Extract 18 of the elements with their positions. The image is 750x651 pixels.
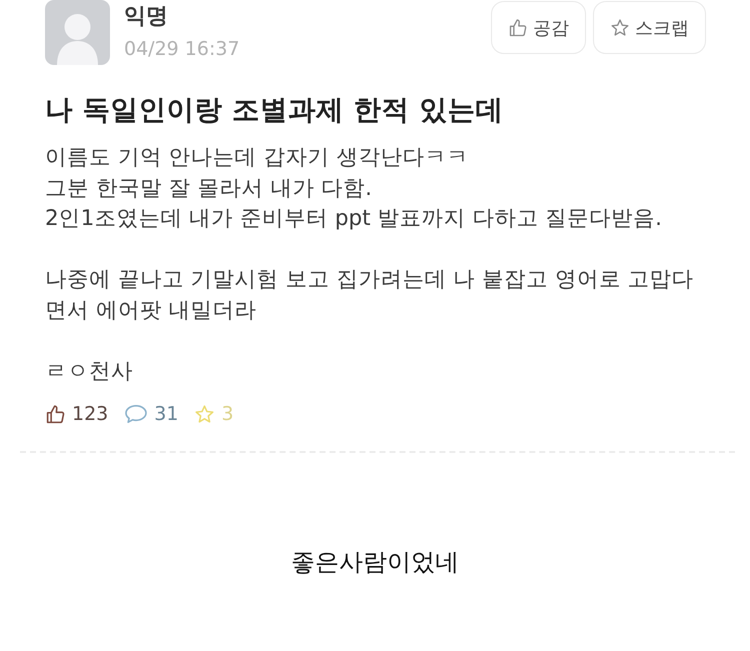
post-text: 나중에 끝나고 기말시험 보고 집가려는데 나 붙잡고 영어로 고맙다 면서 에어팟 내밀더라 (45, 266, 695, 324)
scrap-button[interactable]: 스크랩 (593, 1, 706, 54)
post-text: 이름도 기억 안나는데 갑자기 생각난다ㅋㅋ 그분 한국말 잘 몰라서 내가 다함. 2인1조였는데 내가 준비부터 ppt 발표까지 다하고 질문다받음. (45, 144, 663, 233)
post-text: ㄹㅇ천사 (45, 358, 134, 386)
star-icon (194, 404, 216, 424)
speech-bubble-icon (124, 404, 148, 424)
avatar-icon (45, 0, 110, 65)
star-icon (610, 18, 630, 38)
post-date: 04/29 16:37 (124, 37, 240, 62)
post-title: 나 독일인이랑 조별과제 한적 있는데 (45, 94, 504, 126)
author-name: 익명 (124, 3, 169, 31)
scrap-count: 3 (221, 402, 234, 426)
caption-text: 좋은사람이었네 (290, 547, 460, 577)
comment-count: 31 (154, 402, 178, 426)
thumbs-up-icon (508, 18, 528, 38)
like-button[interactable]: 공감 (491, 1, 586, 54)
like-count: 123 (72, 402, 108, 426)
thumbs-up-icon (45, 404, 66, 424)
